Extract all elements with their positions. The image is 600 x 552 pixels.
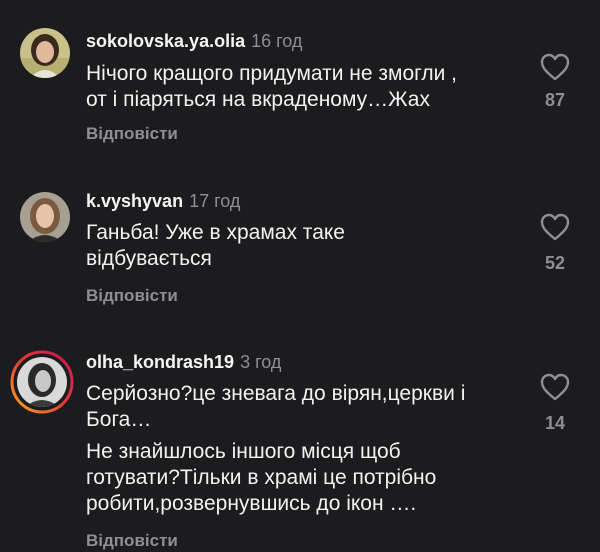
- comment-item: sokolovska.ya.olia 16 год Нічого кращого …: [0, 0, 600, 165]
- comment-item: olha_kondrash19 3 год Серйозно?це зневага…: [0, 330, 600, 550]
- comment-text: Ганьба! Уже в храмах таке відбувається: [86, 220, 526, 272]
- comment-text-line: робити,розвернувшись до ікон ….: [86, 492, 417, 515]
- comment-text-line: Ганьба! Уже в храмах таке: [86, 221, 345, 244]
- comment-text-line: от і піаряться на вкраденому…Жах: [86, 88, 430, 111]
- comment-text-line: Нічого кращого придумати не змогли ,: [86, 62, 457, 85]
- comment-text-line: відбувається: [86, 247, 212, 270]
- heart-outline-icon[interactable]: [539, 52, 571, 82]
- comment-text-line: Не знайшлось іншого місця щоб: [86, 440, 401, 463]
- timestamp: 17 год: [189, 191, 241, 211]
- heart-outline-icon[interactable]: [539, 372, 571, 402]
- comment-item: k.vyshyvan 17 год Ганьба! Уже в храмах та…: [0, 165, 600, 330]
- timestamp: 16 год: [251, 31, 303, 51]
- comment-text-line: Серйозно?це зневага до вірян,церкви і: [86, 382, 466, 405]
- comment-text-line: готувати?Тільки в храмі це потрібно: [86, 466, 437, 489]
- username[interactable]: sokolovska.ya.olia: [86, 31, 245, 51]
- reply-button[interactable]: Відповісти: [86, 285, 178, 307]
- avatar-story-ring[interactable]: [10, 350, 74, 414]
- timestamp: 3 год: [240, 352, 282, 372]
- avatar[interactable]: [20, 192, 70, 242]
- comment-text-line: Бога…: [86, 408, 152, 431]
- reply-button[interactable]: Відповісти: [86, 123, 178, 145]
- like-count: 87: [544, 90, 566, 110]
- comment-text: Серйозно?це зневага до вірян,церкви і Бо…: [86, 381, 526, 517]
- username[interactable]: olha_kondrash19: [86, 352, 234, 372]
- like-count: 52: [544, 253, 566, 273]
- like-count: 14: [544, 413, 566, 433]
- comment-header: sokolovska.ya.olia 16 год: [86, 30, 302, 52]
- username[interactable]: k.vyshyvan: [86, 191, 183, 211]
- reply-button[interactable]: Відповісти: [86, 530, 178, 552]
- comment-header: olha_kondrash19 3 год: [86, 351, 281, 373]
- comment-header: k.vyshyvan 17 год: [86, 190, 240, 212]
- comment-text: Нічого кращого придумати не змогли , от …: [86, 61, 526, 113]
- heart-outline-icon[interactable]: [539, 212, 571, 242]
- avatar[interactable]: [20, 28, 70, 78]
